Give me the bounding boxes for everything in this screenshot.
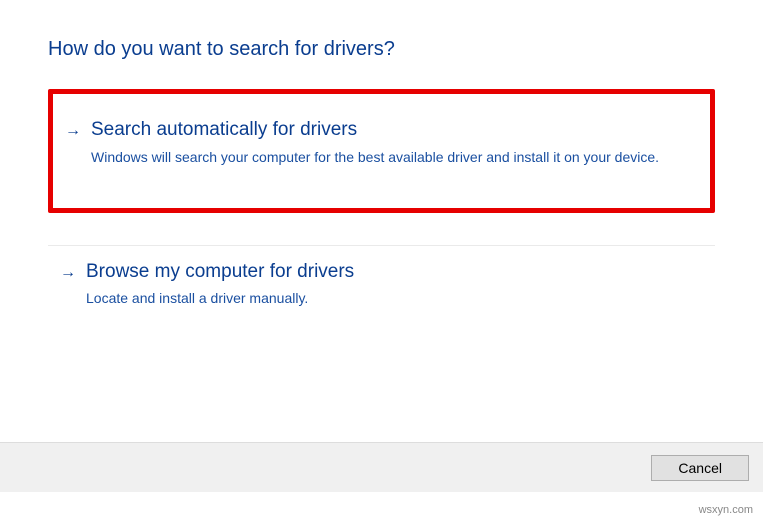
option-search-automatically[interactable]: → Search automatically for drivers Windo… bbox=[48, 89, 715, 213]
option-body: Browse my computer for drivers Locate an… bbox=[86, 260, 705, 310]
dialog-footer: Cancel bbox=[0, 442, 763, 492]
dialog-title: How do you want to search for drivers? bbox=[48, 38, 715, 61]
option-description: Locate and install a driver manually. bbox=[86, 288, 685, 309]
arrow-right-icon: → bbox=[65, 122, 81, 140]
option-body: Search automatically for drivers Windows… bbox=[91, 118, 700, 168]
cancel-button[interactable]: Cancel bbox=[651, 455, 749, 481]
option-browse-computer[interactable]: → Browse my computer for drivers Locate … bbox=[48, 245, 715, 324]
arrow-right-icon: → bbox=[60, 264, 76, 282]
dialog-content: How do you want to search for drivers? →… bbox=[0, 0, 763, 323]
watermark: wsxyn.com bbox=[699, 504, 753, 516]
option-description: Windows will search your computer for th… bbox=[91, 147, 680, 168]
option-title: Browse my computer for drivers bbox=[86, 260, 685, 285]
option-title: Search automatically for drivers bbox=[91, 118, 680, 143]
